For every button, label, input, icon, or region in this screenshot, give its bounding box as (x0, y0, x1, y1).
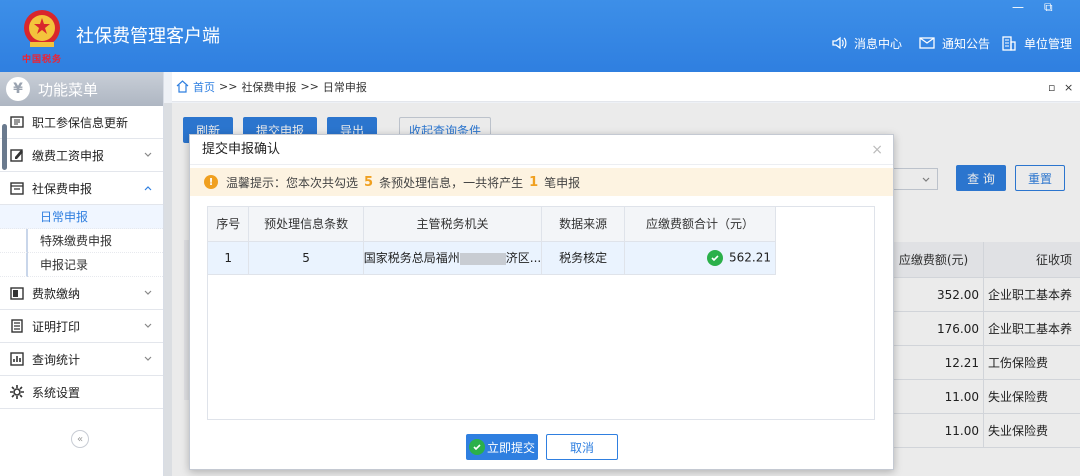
sidebar-item-social-declare[interactable]: 社保费申报 (0, 172, 163, 205)
edit-icon (10, 149, 23, 162)
minimize-button[interactable]: — (1012, 0, 1024, 14)
chevron-up-icon (144, 186, 152, 191)
id-card-icon (10, 116, 24, 128)
mail-icon (919, 37, 935, 49)
sidebar-item-settings[interactable]: 系统设置 (0, 376, 163, 409)
breadcrumb-separator: >> (219, 80, 238, 93)
cell-total: 562.21 (624, 241, 777, 275)
cell-tax-office: 国家税务总局福州 济区... (363, 241, 543, 275)
sidebar-item-label: 缴费工资申报 (32, 148, 105, 163)
tax-office-text-a: 国家税务总局福州 (363, 251, 460, 265)
bar-chart-icon (10, 352, 24, 366)
sidebar-item-label: 费款缴纳 (32, 286, 81, 301)
col-source-header: 数据来源 (541, 207, 625, 242)
panel-restore-button[interactable]: ▫ (1048, 81, 1055, 94)
message-center-link[interactable]: 消息中心 (830, 34, 902, 52)
tax-emblem-logo (24, 10, 60, 47)
document-icon (11, 319, 23, 333)
sidebar-subitem-daily-declare[interactable]: 日常申报 (0, 205, 163, 229)
cell-source: 税务核定 (541, 241, 625, 275)
chevron-down-icon (144, 290, 152, 295)
sidebar-title: 功能菜单 (38, 80, 99, 99)
home-icon (176, 80, 189, 93)
cancel-button[interactable]: 取消 (546, 434, 618, 460)
confirm-grid: 序号 预处理信息条数 主管税务机关 数据来源 应缴费额合计（元） 1 5 国家税… (207, 206, 875, 420)
subitem-label: 日常申报 (40, 210, 89, 224)
submit-now-button[interactable]: 立即提交 (466, 434, 538, 460)
sidebar-subitem-special-declare[interactable]: 特殊缴费申报 (0, 229, 163, 253)
chevron-down-icon (144, 323, 152, 328)
confirm-table: 序号 预处理信息条数 主管税务机关 数据来源 应缴费额合计（元） 1 5 国家税… (208, 207, 777, 275)
total-value: 562.21 (729, 250, 771, 264)
tip-prefix: 温馨提示：您本次共勾选 (226, 175, 359, 190)
sidebar-item-label: 社保费申报 (32, 181, 93, 196)
speaker-icon (832, 36, 847, 50)
wallet-icon (10, 287, 24, 300)
gear-icon (10, 385, 24, 399)
sidebar-item-wage-declare[interactable]: 缴费工资申报 (0, 139, 163, 172)
tip-suffix: 笔申报 (544, 175, 581, 190)
sidebar: ¥ 功能菜单 职工参保信息更新 缴费工资申报 社保费申报 日常申报 特殊缴费申报… (0, 72, 164, 476)
chevron-down-icon (144, 152, 152, 157)
submit-confirm-dialog: 提交申报确认 × ! 温馨提示：您本次共勾选 5 条预处理信息，一共将产生 1 … (189, 134, 894, 470)
tip-bar: ! 温馨提示：您本次共勾选 5 条预处理信息，一共将产生 1 笔申报 (190, 168, 893, 196)
tax-office-text-b: 济区... (505, 251, 542, 265)
tip-report-count: 1 (529, 174, 539, 190)
breadcrumb-level1[interactable]: 社保费申报 (241, 79, 296, 95)
subitem-label: 申报记录 (40, 258, 89, 272)
sidebar-item-label: 查询统计 (32, 352, 81, 367)
building-icon (1002, 36, 1016, 51)
notice-link[interactable]: 通知公告 (918, 34, 990, 52)
sidebar-item-label: 职工参保信息更新 (32, 115, 129, 130)
col-tax-office-header: 主管税务机关 (363, 207, 543, 242)
check-circle-icon (707, 249, 723, 266)
sidebar-header: ¥ 功能菜单 (0, 72, 163, 106)
logo-caption: 中国税务 (22, 55, 63, 65)
app-title: 社保费管理客户端 (76, 26, 220, 47)
submenu-social-declare: 日常申报 特殊缴费申报 申报记录 (0, 205, 163, 277)
dialog-close-button[interactable]: × (871, 135, 883, 165)
sidebar-scroll-handle[interactable] (2, 124, 7, 170)
yen-icon: ¥ (6, 77, 30, 101)
panel-close-button[interactable]: × (1064, 81, 1073, 94)
sidebar-item-statistics[interactable]: 查询统计 (0, 343, 163, 376)
subitem-label: 特殊缴费申报 (40, 234, 113, 248)
org-management-label: 单位管理 (1024, 36, 1073, 51)
cell-seq: 1 (208, 241, 250, 275)
app-header: 中国税务 社保费管理客户端 — ⧉ 消息中心 通知公告 单位管理 (0, 0, 1080, 72)
sidebar-item-label: 系统设置 (32, 385, 81, 400)
message-center-label: 消息中心 (854, 36, 903, 51)
tip-selected-count: 5 (364, 174, 374, 190)
warning-icon: ! (204, 175, 218, 189)
sidebar-collapse-button[interactable]: « (71, 430, 89, 448)
col-seq-header: 序号 (208, 207, 250, 242)
col-total-header: 应缴费额合计（元） (624, 207, 777, 242)
check-circle-icon (468, 439, 485, 455)
breadcrumb-home[interactable]: 首页 (193, 79, 215, 95)
col-count-header: 预处理信息条数 (248, 207, 364, 242)
sidebar-item-payment[interactable]: 费款缴纳 (0, 277, 163, 310)
cell-count: 5 (248, 241, 364, 275)
sidebar-item-label: 证明打印 (32, 319, 81, 334)
sidebar-subitem-declare-records[interactable]: 申报记录 (0, 253, 163, 277)
breadcrumb: 首页 >> 社保费申报 >> 日常申报 (172, 72, 1080, 102)
tip-middle: 条预处理信息，一共将产生 (379, 175, 524, 190)
org-management-link[interactable]: 单位管理 (1000, 34, 1072, 52)
dialog-title: 提交申报确认 (202, 142, 281, 157)
breadcrumb-separator: >> (300, 80, 319, 93)
table-row[interactable]: 1 5 国家税务总局福州 济区... 税务核定 562.21 (208, 241, 777, 275)
chevron-down-icon (144, 356, 152, 361)
calendar-icon (10, 182, 24, 195)
dialog-title-bar: 提交申报确认 × (190, 135, 893, 165)
redacted-block (459, 252, 506, 265)
breadcrumb-level2: 日常申报 (322, 80, 367, 94)
sidebar-item-certificate-print[interactable]: 证明打印 (0, 310, 163, 343)
table-header: 序号 预处理信息条数 主管税务机关 数据来源 应缴费额合计（元） (208, 207, 777, 242)
notice-label: 通知公告 (942, 36, 991, 51)
sidebar-item-insured-info[interactable]: 职工参保信息更新 (0, 106, 163, 139)
submit-now-label: 立即提交 (486, 440, 535, 455)
restore-button[interactable]: ⧉ (1044, 0, 1053, 15)
